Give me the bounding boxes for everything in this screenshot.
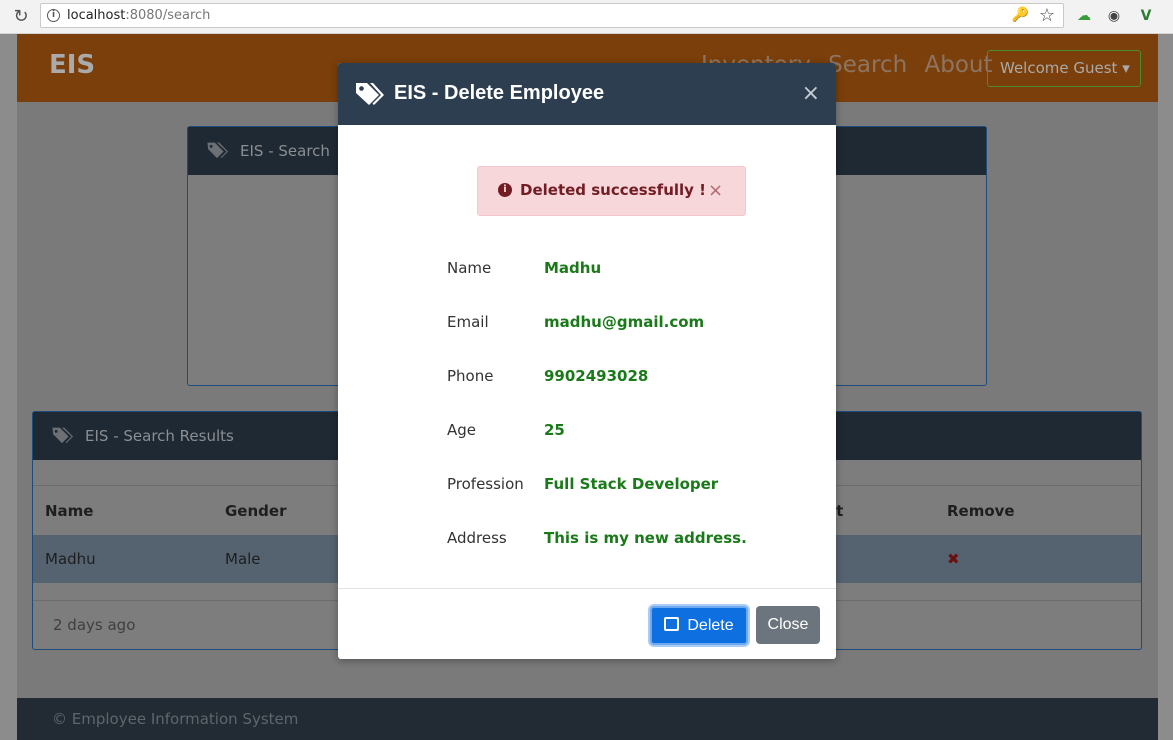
info-icon[interactable]: i [47,9,60,22]
close-button[interactable]: Close [756,606,820,644]
cell-gender: Male [225,550,261,568]
tags-icon [52,427,73,444]
address-bar[interactable]: i localhost:8080/search 🔑 ☆ [40,3,1064,28]
column-header-gender: Gender [225,502,287,520]
label-name: Name [447,259,492,277]
column-header-remove: Remove [947,502,1015,520]
welcome-dropdown[interactable]: Welcome Guest ▾ [987,50,1141,87]
value-age: 25 [544,421,565,439]
tags-icon [356,83,384,105]
delete-button[interactable]: Delete [650,606,748,645]
browser-toolbar: ↻ i localhost:8080/search 🔑 ☆ ☁ ◉ V [0,0,1173,34]
delete-employee-modal: EIS - Delete Employee × i Deleted succes… [338,63,836,659]
extension-cloud-icon[interactable]: ☁ [1074,6,1094,26]
brand[interactable]: EIS [49,50,95,80]
value-address: This is my new address. [544,529,747,547]
modal-title: EIS - Delete Employee [394,82,605,104]
edit-icon [664,616,680,631]
tags-icon [207,142,228,159]
alert-close-icon[interactable]: × [708,180,723,201]
value-name: Madhu [544,259,602,277]
label-profession: Profession [447,475,524,493]
modal-footer: Delete Close [338,588,836,659]
key-icon[interactable]: 🔑 [1012,7,1029,23]
modal-close-icon[interactable]: × [802,81,820,106]
alert-text: Deleted successfully ! [520,181,706,199]
url-text: localhost:8080/search [67,8,211,23]
value-phone: 9902493028 [544,367,649,385]
success-alert: i Deleted successfully ! × [477,166,746,216]
nav-link-search[interactable]: Search [828,52,907,78]
modal-header: EIS - Delete Employee × [338,63,836,125]
page-footer: © Employee Information System [17,698,1158,740]
cell-name: Madhu [45,550,96,568]
nav-link-about[interactable]: About [925,52,993,78]
bookmark-star-icon[interactable]: ☆ [1039,5,1055,26]
column-header-name: Name [45,502,94,520]
reload-icon[interactable]: ↻ [10,6,32,28]
label-email: Email [447,313,489,331]
remove-icon[interactable]: ✖ [947,550,960,568]
value-profession: Full Stack Developer [544,475,719,493]
label-phone: Phone [447,367,494,385]
label-address: Address [447,529,507,547]
info-circle-icon: i [498,183,512,197]
caret-down-icon: ▾ [1122,59,1130,77]
extension-globe-icon[interactable]: ◉ [1104,6,1124,26]
extension-vue-icon[interactable]: V [1136,6,1156,26]
label-age: Age [447,421,477,439]
value-email: madhu@gmail.com [544,313,705,331]
